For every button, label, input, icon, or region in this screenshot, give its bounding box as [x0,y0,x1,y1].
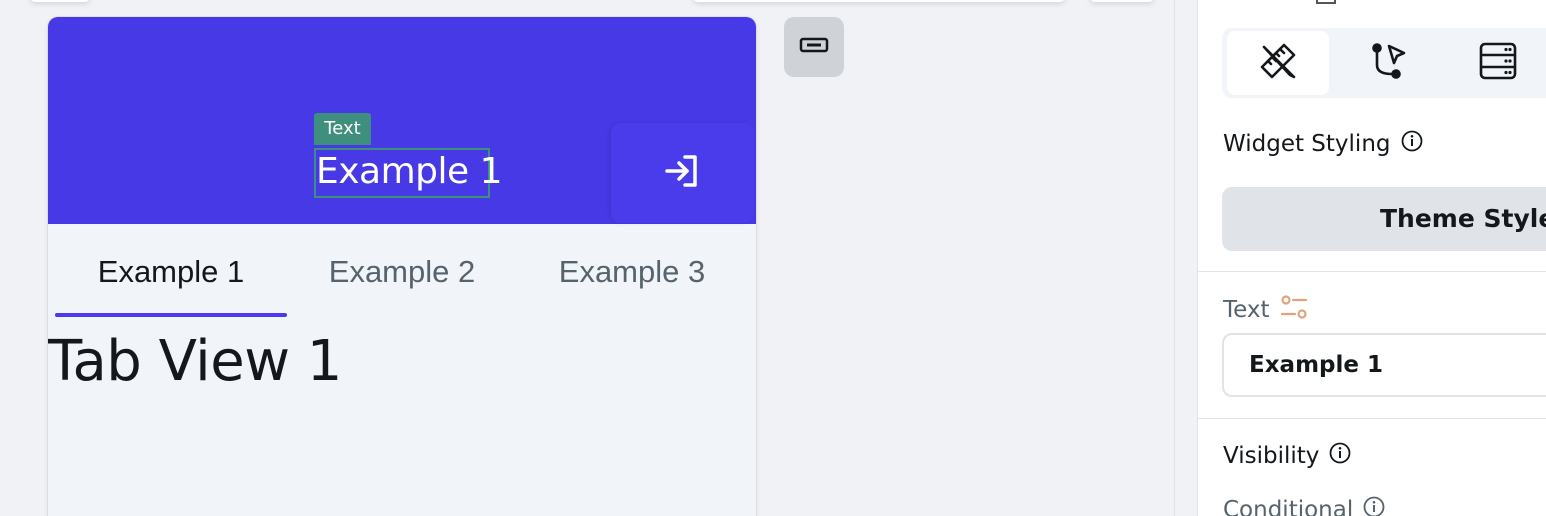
container-toggle-button[interactable] [784,17,844,77]
database-icon [1478,41,1518,85]
conditional-label: Conditional [1223,497,1354,516]
login-button[interactable] [611,123,754,223]
panel-mode-selector [1222,28,1546,98]
text-value-input[interactable]: Example 1 [1222,333,1546,397]
info-icon[interactable] [1401,130,1423,158]
visibility-label: Visibility [1223,443,1320,469]
variable-binding-icon[interactable] [1280,294,1308,326]
selection-tag: Text [314,113,371,145]
app-bar[interactable]: Text Example 1 [48,17,756,224]
toolbar-fragment-center [693,0,1065,2]
properties-panel: Widget Styling Theme Style U Text Examp [1197,0,1546,516]
appbar-title-text[interactable]: Example 1 [314,148,503,198]
container-icon [799,37,829,57]
toolbar-fragment-left [30,0,90,2]
widget-styling-label: Widget Styling [1223,131,1391,157]
login-icon [663,151,703,195]
panel-top-icon-fragment [1316,0,1336,4]
tab-backend-query[interactable] [1447,31,1546,95]
visibility-row: Visibility [1223,442,1351,470]
tab-bar: Example 1 Example 2 Example 3 [48,224,756,319]
canvas-divider [1174,0,1175,516]
section-divider [1198,271,1546,272]
tab-example-1[interactable]: Example 1 [55,224,287,319]
tab-label: Example 2 [328,253,476,289]
action-flow-icon [1368,41,1408,85]
theme-style-button[interactable]: Theme Style U [1222,187,1546,251]
tab-example-3[interactable]: Example 3 [516,224,748,319]
toolbar-fragment-right [1090,0,1154,2]
conditional-row: Conditional [1223,496,1385,516]
tab-actions[interactable] [1337,31,1439,95]
tab-properties[interactable] [1227,31,1329,95]
info-icon[interactable] [1363,496,1385,516]
text-field-row: Text [1223,294,1308,326]
tab-label: Example 1 [97,253,245,289]
ruler-pencil-icon [1258,41,1298,85]
text-label: Text [1223,297,1270,323]
section-divider [1198,418,1546,419]
tab-label: Example 3 [558,253,706,289]
info-icon[interactable] [1329,442,1351,470]
phone-preview: Text Example 1 Example 1 Example 2 Examp… [48,17,756,516]
tab-view-text[interactable]: Tab View 1 [48,329,342,394]
tab-indicator [55,313,287,317]
widget-styling-row: Widget Styling [1223,130,1423,158]
tab-example-2[interactable]: Example 2 [286,224,518,319]
